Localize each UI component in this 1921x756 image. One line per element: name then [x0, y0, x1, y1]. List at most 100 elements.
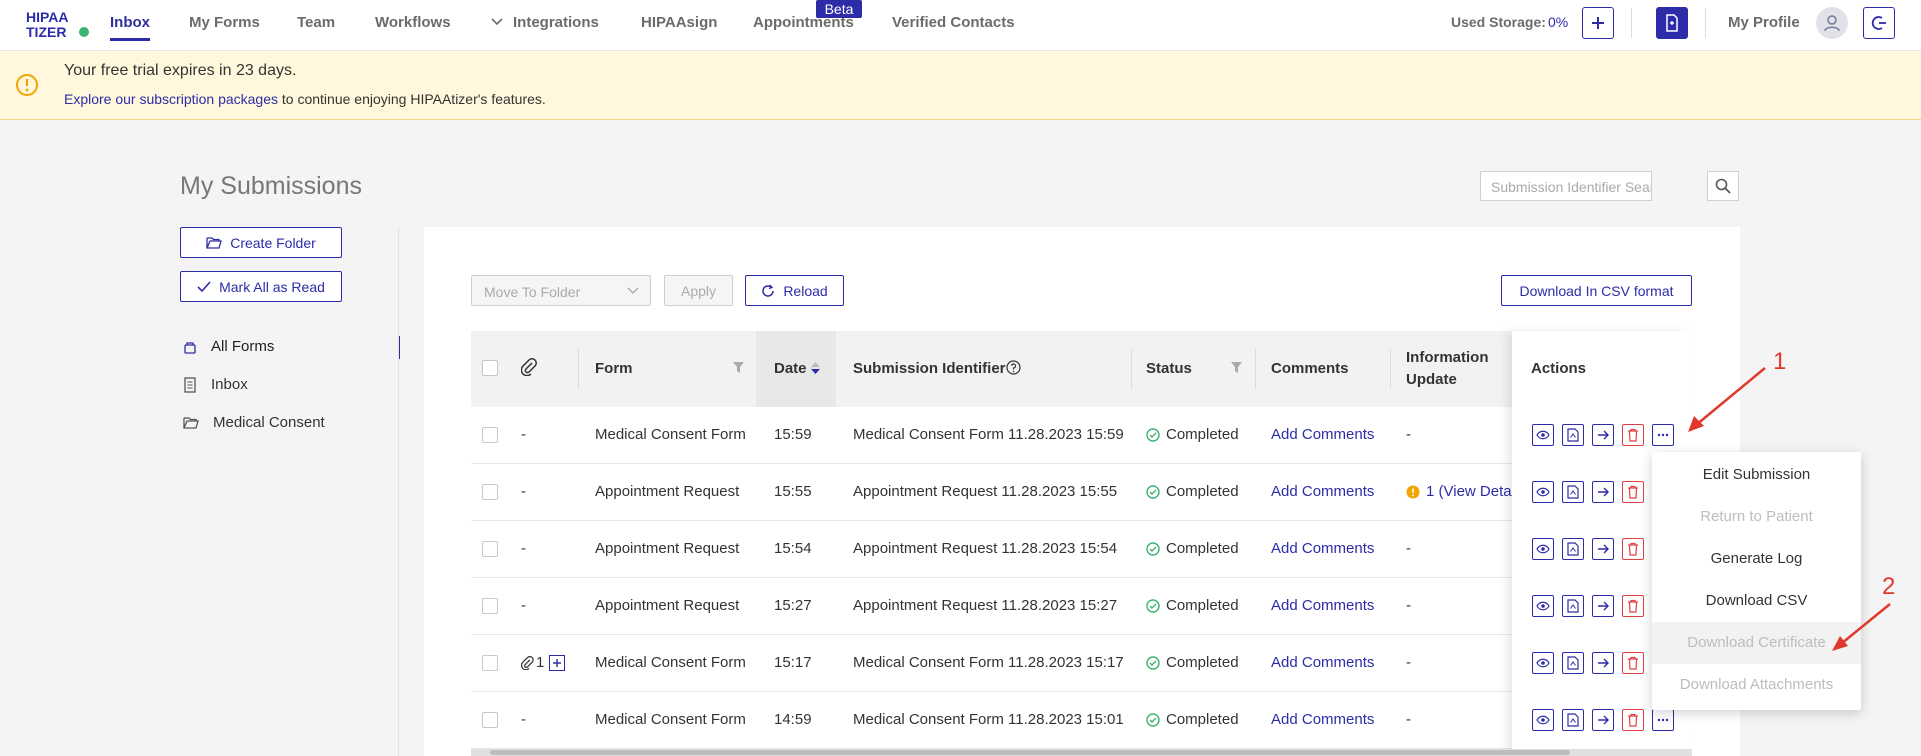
arrow-right-icon [1597, 657, 1609, 669]
send-button[interactable] [1592, 481, 1614, 503]
submission-identifier: Medical Consent Form 11.28.2023 15:17 [853, 654, 1124, 671]
filter-icon[interactable] [1231, 362, 1242, 373]
row-checkbox[interactable] [482, 427, 498, 443]
new-document-button[interactable] [1656, 7, 1688, 39]
send-button[interactable] [1592, 709, 1614, 731]
delete-button[interactable] [1622, 538, 1644, 560]
information-update: - [1406, 426, 1411, 443]
table-row[interactable]: 1 Medical Consent Form 15:17 Medical Con… [471, 635, 1692, 692]
help-icon[interactable] [1006, 360, 1021, 375]
delete-button[interactable] [1622, 424, 1644, 446]
row-checkbox[interactable] [482, 712, 498, 728]
check-circle-icon [1146, 484, 1160, 499]
delete-button[interactable] [1622, 652, 1644, 674]
delete-button[interactable] [1622, 481, 1644, 503]
header-date[interactable]: Date [774, 358, 807, 380]
view-button[interactable] [1532, 424, 1554, 446]
nav-inbox[interactable]: Inbox [110, 14, 150, 31]
sidebar-item-inbox[interactable]: Inbox [183, 376, 248, 393]
menu-item-generate-log[interactable]: Generate Log [1652, 538, 1861, 580]
more-actions-button[interactable] [1652, 424, 1674, 446]
subscription-link[interactable]: Explore our subscription packages [64, 91, 278, 107]
table-row[interactable]: - Medical Consent Form 15:59 Medical Con… [471, 407, 1692, 464]
add-comments-link[interactable]: Add Comments [1271, 483, 1374, 500]
search-input[interactable]: Submission Identifier Search [1480, 171, 1652, 201]
information-update-link[interactable]: 1 (View Details [1406, 483, 1526, 500]
send-button[interactable] [1592, 595, 1614, 617]
view-button[interactable] [1532, 652, 1554, 674]
download-pdf-button[interactable] [1562, 538, 1584, 560]
send-button[interactable] [1592, 652, 1614, 674]
nav-my-forms[interactable]: My Forms [189, 14, 260, 31]
send-button[interactable] [1592, 538, 1614, 560]
nav-hipaasign[interactable]: HIPAAsign [641, 14, 717, 31]
check-icon [197, 280, 211, 293]
download-csv-button[interactable]: Download In CSV format [1501, 275, 1692, 306]
nav-workflows[interactable]: Workflows [375, 14, 451, 31]
download-pdf-button[interactable] [1562, 709, 1584, 731]
mark-all-read-button[interactable]: Mark All as Read [180, 271, 342, 302]
information-update: - [1406, 597, 1411, 614]
download-pdf-button[interactable] [1562, 652, 1584, 674]
submission-identifier: Medical Consent Form 11.28.2023 15:59 [853, 426, 1124, 443]
filter-icon[interactable] [733, 362, 744, 373]
move-to-folder-select[interactable]: Move To Folder [471, 275, 651, 306]
delete-button[interactable] [1622, 595, 1644, 617]
table-row[interactable]: - Appointment Request 15:54 Appointment … [471, 521, 1692, 578]
sidebar-item-medical-consent[interactable]: Medical Consent [183, 414, 325, 431]
row-checkbox[interactable] [482, 655, 498, 671]
avatar[interactable] [1816, 7, 1848, 39]
submission-identifier: Medical Consent Form 11.28.2023 15:01 [853, 711, 1124, 728]
table-row[interactable]: - Appointment Request 15:55 Appointment … [471, 464, 1692, 521]
logout-button[interactable] [1863, 7, 1895, 39]
arrow-right-icon [1597, 714, 1609, 726]
download-pdf-button[interactable] [1562, 481, 1584, 503]
check-circle-icon [1146, 541, 1160, 556]
reload-button[interactable]: Reload [745, 275, 844, 306]
add-comments-link[interactable]: Add Comments [1271, 426, 1374, 443]
attachment-count[interactable]: 1 [521, 654, 544, 671]
table-row[interactable]: - Appointment Request 15:27 Appointment … [471, 578, 1692, 635]
svg-text:TIZER: TIZER [26, 24, 66, 39]
sidebar-item-all-forms[interactable]: All Forms [183, 338, 274, 355]
add-comments-link[interactable]: Add Comments [1271, 711, 1374, 728]
create-folder-button[interactable]: Create Folder [180, 227, 342, 258]
sort-icon[interactable] [811, 362, 820, 374]
scrollbar-thumb[interactable] [490, 750, 1570, 755]
delete-button[interactable] [1622, 709, 1644, 731]
nav-team[interactable]: Team [297, 14, 335, 31]
hipaatizer-logo[interactable]: HIPAA TIZER [25, 9, 91, 39]
expand-plus-icon[interactable] [549, 655, 565, 671]
download-pdf-button[interactable] [1562, 424, 1584, 446]
submission-date: 15:54 [774, 540, 812, 557]
more-actions-button[interactable] [1652, 709, 1674, 731]
arrow-right-icon [1597, 486, 1609, 498]
row-checkbox[interactable] [482, 598, 498, 614]
add-storage-button[interactable] [1582, 7, 1614, 39]
search-button[interactable] [1707, 171, 1739, 201]
menu-item-edit-submission[interactable]: Edit Submission [1652, 454, 1861, 496]
nav-verified-contacts[interactable]: Verified Contacts [892, 14, 1015, 31]
row-checkbox[interactable] [482, 484, 498, 500]
select-all-checkbox[interactable] [482, 360, 498, 376]
download-pdf-button[interactable] [1562, 595, 1584, 617]
add-comments-link[interactable]: Add Comments [1271, 540, 1374, 557]
view-button[interactable] [1532, 595, 1554, 617]
view-button[interactable] [1532, 538, 1554, 560]
nav-integrations[interactable]: Integrations [513, 14, 599, 31]
table-row[interactable]: - Medical Consent Form 14:59 Medical Con… [471, 692, 1692, 749]
banner-title: Your free trial expires in 23 days. [64, 62, 297, 79]
apply-button[interactable]: Apply [664, 275, 733, 306]
header-form: Form [595, 360, 633, 377]
file-pdf-icon [1567, 656, 1579, 670]
view-button[interactable] [1532, 481, 1554, 503]
row-checkbox[interactable] [482, 541, 498, 557]
divider [1705, 8, 1706, 38]
eye-icon [1536, 487, 1550, 497]
add-comments-link[interactable]: Add Comments [1271, 654, 1374, 671]
send-button[interactable] [1592, 424, 1614, 446]
add-comments-link[interactable]: Add Comments [1271, 597, 1374, 614]
view-button[interactable] [1532, 709, 1554, 731]
my-profile-link[interactable]: My Profile [1728, 14, 1800, 31]
chevron-down-icon[interactable] [490, 17, 504, 27]
